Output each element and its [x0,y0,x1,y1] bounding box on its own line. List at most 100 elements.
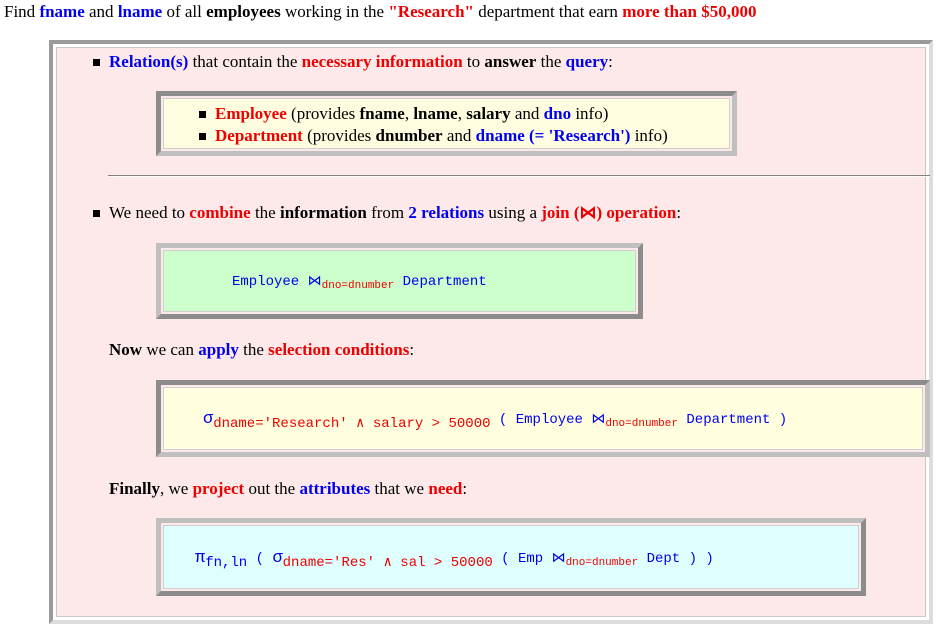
combine-term: combine [189,203,251,222]
projection-attributes: fn,ln [205,555,248,571]
selection-dname-condition: dname='Research' [213,416,348,432]
projection-expression: πfn,ln ( σdname='Res' ∧ sal > 50000 ( Em… [195,549,714,571]
employee-term: Employee [515,412,592,428]
title-text: of all [162,2,207,21]
bullet-icon [93,59,100,66]
and-symbol: ∧ [347,416,373,432]
finally-project-line: Finally, we project out the attributes t… [109,479,467,499]
text: using a [484,203,542,222]
pi-symbol: π [195,549,206,568]
query-term: query [565,52,609,71]
two-relations-term: 2 relations [408,203,485,222]
join-symbol: ⋈ [591,412,606,428]
lname-term: lname [117,2,163,21]
salary-term: salary [466,104,511,123]
text: : [676,203,682,222]
join-term: join (⋈) operation [541,203,677,222]
finally-term: Finally [109,479,161,498]
department-term: Department [394,274,487,290]
open-paren: ( [492,551,518,567]
selection-expression: σdname='Research' ∧ salary > 50000 ( Emp… [203,410,787,432]
information-term: information [279,203,367,222]
bullet-icon [199,111,206,118]
emp-term: Emp [517,551,552,567]
answer-term: answer [484,52,537,71]
dept-term: Dept [638,551,681,567]
text: : [608,52,613,71]
selection-conditions-term: selection conditions [268,340,410,359]
bullet-combine: We need to combine the information from … [109,203,681,223]
join-symbol: ⋈ [551,551,566,567]
text: (provides [302,126,376,145]
bullet-icon [199,133,206,140]
text: we can [142,340,199,359]
gt-symbol: > [425,555,451,571]
text: , we [160,479,193,498]
text: , [457,104,467,123]
text: the [238,340,269,359]
text: and [442,126,476,145]
title-text: working in the [280,2,389,21]
research-term: "Research" [388,2,474,21]
page-title: Find fname and lname of all employees wo… [4,2,756,22]
employee-term: Employee [215,104,287,123]
join-symbol: ⋈ [307,274,322,290]
text: info) [630,126,668,145]
dnumber-term: dnumber [375,126,443,145]
selection-dname-condition: dname='Res' [282,555,376,571]
close-paren: ) [680,551,698,567]
text: the [536,52,566,71]
bullet-icon [93,210,100,217]
now-apply-line: Now we can apply the selection condition… [109,340,414,360]
join-condition: dno=dnumber [321,280,395,292]
need-term: need [428,479,463,498]
and-symbol: ∧ [375,555,401,571]
text: from [366,203,409,222]
text: that contain the [188,52,302,71]
employee-relation-line: Employee (provides fname, lname, salary … [215,104,608,124]
department-relation-line: Department (provides dnumber and dname (… [215,126,668,146]
join-condition: dno=dnumber [565,557,639,569]
dno-term: dno [543,104,572,123]
apply-term: apply [198,340,239,359]
close-paren: ) [770,412,788,428]
lname-term: lname [413,104,458,123]
text: (provides [286,104,360,123]
now-term: Now [109,340,143,359]
department-term: Department [677,412,771,428]
text: out the [244,479,300,498]
employees-term: employees [206,2,281,21]
close-paren: ) [697,551,714,567]
fname-term: fname [39,2,85,21]
title-text: and [84,2,118,21]
title-text: Find [4,2,40,21]
sal-attr: sal [400,555,426,571]
text: to [462,52,485,71]
salary-value: 50000 [450,555,493,571]
department-term: Department [215,126,303,145]
title-text: department that earn [473,2,623,21]
sigma-symbol: σ [203,410,214,429]
salary-value: 50000 [448,416,491,432]
join-condition: dno=dnumber [605,418,678,430]
attributes-term: attributes [299,479,371,498]
text: that we [370,479,429,498]
fname-term: fname [359,104,405,123]
bullet-relations: Relation(s) that contain the necessary i… [109,52,613,72]
sigma-symbol: σ [272,549,283,568]
text: and [510,104,544,123]
necessary-info-term: necessary information [301,52,463,71]
relations-term: Relation(s) [109,52,189,71]
gt-symbol: > [423,416,449,432]
salary-condition: more than $50,000 [622,2,757,21]
project-term: project [192,479,245,498]
text: the [250,203,280,222]
text: info) [571,104,609,123]
open-paren: ( [490,412,516,428]
open-paren: ( [247,551,273,567]
text: We need to [109,203,190,222]
text: : [462,479,468,498]
join-expression: Employee ⋈dno=dnumber Department [232,273,487,292]
text: : [409,340,415,359]
divider [108,175,930,177]
